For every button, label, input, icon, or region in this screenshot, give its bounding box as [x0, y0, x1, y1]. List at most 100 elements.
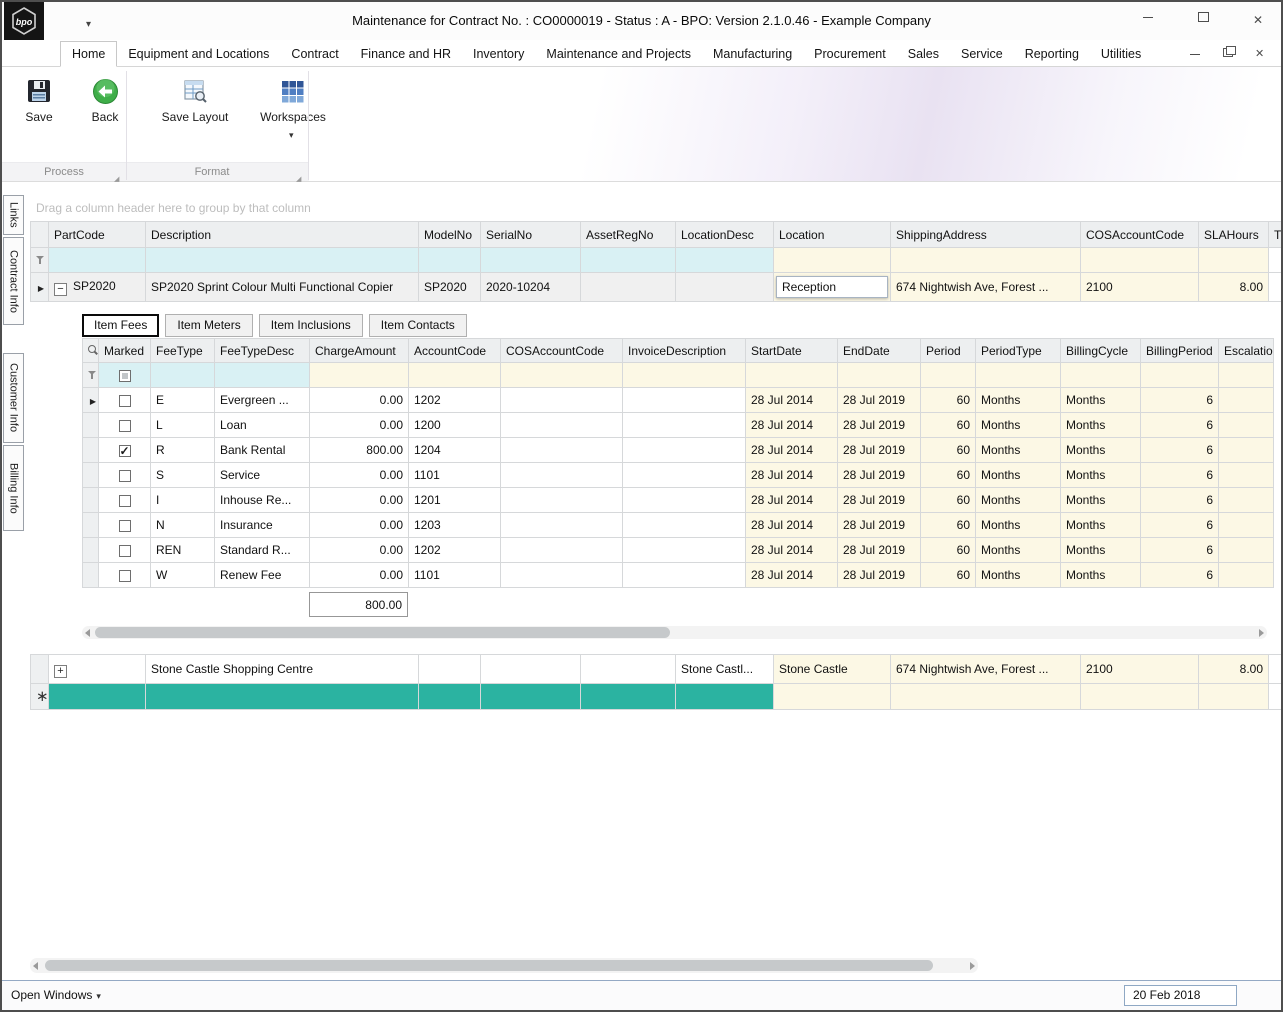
filter-cell-cosaccountcode[interactable]	[500, 362, 623, 388]
sidebar-item-billing-info[interactable]: Billing Info	[3, 445, 24, 531]
cell-period[interactable]: 60	[920, 412, 976, 438]
column-header-invoicedescription[interactable]: InvoiceDescription	[622, 338, 746, 363]
cell-startdate[interactable]: 28 Jul 2014	[745, 412, 838, 438]
fee-row[interactable]: W Renew Fee 0.00 1101 28 Jul 2014 28 Jul…	[82, 562, 1274, 588]
cell-billingperiod[interactable]: 6	[1140, 537, 1219, 563]
cell-feetypedesc[interactable]: Inhouse Re...	[214, 487, 310, 513]
cell-locationdesc[interactable]	[675, 272, 774, 302]
cell-feetype[interactable]: R	[150, 437, 215, 463]
cell-invoicedescription[interactable]	[622, 387, 746, 413]
column-header-period[interactable]: Period	[920, 338, 976, 363]
cell-periodtype[interactable]: Months	[975, 462, 1061, 488]
newrow-cell-slahours[interactable]	[1198, 683, 1269, 710]
filter-cell-modelno[interactable]	[418, 247, 481, 273]
cell-cosaccountcode[interactable]	[500, 487, 623, 513]
column-header-periodtype[interactable]: PeriodType	[975, 338, 1061, 363]
cell-serialno[interactable]	[480, 654, 581, 684]
cell-billingperiod[interactable]: 6	[1140, 437, 1219, 463]
filter-cell-cosaccountcode[interactable]	[1080, 247, 1199, 273]
cell-period[interactable]: 60	[920, 537, 976, 563]
cell-feetypedesc[interactable]: Service	[214, 462, 310, 488]
cell-cosaccountcode[interactable]	[500, 437, 623, 463]
column-header-partcode[interactable]: PartCode	[48, 221, 146, 248]
filter-cell-shippingaddress[interactable]	[890, 247, 1081, 273]
cell-escalation[interactable]	[1218, 387, 1274, 413]
cell-escalation[interactable]	[1218, 462, 1274, 488]
cell-invoicedescription[interactable]	[622, 412, 746, 438]
column-header-cosaccountcode[interactable]: COSAccountCode	[500, 338, 623, 363]
cell-accountcode[interactable]: 1202	[408, 537, 501, 563]
collapse-row-button[interactable]	[54, 282, 67, 296]
column-header-modelno[interactable]: ModelNo	[418, 221, 481, 248]
cell-enddate[interactable]: 28 Jul 2019	[837, 387, 921, 413]
cell-marked[interactable]	[98, 487, 151, 513]
cell-enddate[interactable]: 28 Jul 2019	[837, 562, 921, 588]
column-header-description[interactable]: Description	[145, 221, 419, 248]
column-header-assetregno[interactable]: AssetRegNo	[580, 221, 676, 248]
filter-cell-marked[interactable]	[98, 362, 151, 388]
ribbon-tab[interactable]: Finance and HR	[350, 42, 462, 66]
detail-tab[interactable]: Item Inclusions	[258, 314, 363, 337]
cell-startdate[interactable]: 28 Jul 2014	[745, 562, 838, 588]
cell-billingcycle[interactable]: Months	[1060, 462, 1141, 488]
filter-cell-startdate[interactable]	[745, 362, 838, 388]
format-dialog-launcher-icon[interactable]	[296, 168, 305, 177]
cell-feetypedesc[interactable]: Evergreen ...	[214, 387, 310, 413]
ribbon-tab[interactable]: Inventory	[462, 42, 535, 66]
filter-cell-serialno[interactable]	[480, 247, 581, 273]
marked-checkbox[interactable]	[118, 494, 131, 507]
cell-chargeamount[interactable]: 0.00	[309, 487, 409, 513]
filter-cell-description[interactable]	[145, 247, 419, 273]
cell-chargeamount[interactable]: 0.00	[309, 512, 409, 538]
cell-location[interactable]: Reception	[773, 272, 891, 302]
group-by-panel[interactable]: Drag a column header here to group by th…	[30, 196, 1281, 221]
cell-location[interactable]: Stone Castle	[773, 654, 891, 684]
ribbon-tab[interactable]: Service	[950, 42, 1014, 66]
cell-feetype[interactable]: N	[150, 512, 215, 538]
marked-checkbox[interactable]	[118, 419, 131, 432]
ribbon-tab[interactable]: Utilities	[1090, 42, 1152, 66]
column-header-feetypedesc[interactable]: FeeTypeDesc	[214, 338, 310, 363]
cell-chargeamount[interactable]: 0.00	[309, 387, 409, 413]
cell-period[interactable]: 60	[920, 512, 976, 538]
cell-marked[interactable]	[98, 387, 151, 413]
cell-feetype[interactable]: S	[150, 462, 215, 488]
newrow-cell-description[interactable]	[145, 683, 419, 710]
save-layout-button[interactable]: Save Layout	[156, 75, 234, 124]
cell-shippingaddress[interactable]: 674 Nightwish Ave, Forest ...	[890, 654, 1081, 684]
cell-periodtype[interactable]: Months	[975, 512, 1061, 538]
cell-enddate[interactable]: 28 Jul 2019	[837, 412, 921, 438]
cell-enddate[interactable]: 28 Jul 2019	[837, 462, 921, 488]
app-logo[interactable]: bpo	[4, 2, 44, 40]
cell-enddate[interactable]: 28 Jul 2019	[837, 537, 921, 563]
cell-marked[interactable]	[98, 537, 151, 563]
cell-chargeamount[interactable]: 0.00	[309, 412, 409, 438]
cell-feetype[interactable]: E	[150, 387, 215, 413]
cell-period[interactable]: 60	[920, 562, 976, 588]
cell-accountcode[interactable]: 1204	[408, 437, 501, 463]
cell-escalation[interactable]	[1218, 487, 1274, 513]
filter-cell-feetype[interactable]	[150, 362, 215, 388]
cell-cosaccountcode[interactable]: 2100	[1080, 272, 1199, 302]
cell-feetypedesc[interactable]: Renew Fee	[214, 562, 310, 588]
cell-shippingaddress[interactable]: 674 Nightwish Ave, Forest ...	[890, 272, 1081, 302]
cell-description[interactable]: Stone Castle Shopping Centre	[145, 654, 419, 684]
cell-feetype[interactable]: I	[150, 487, 215, 513]
expand-row-button[interactable]	[54, 664, 67, 678]
cell-description[interactable]: SP2020 Sprint Colour Multi Functional Co…	[145, 272, 419, 302]
cell-invoicedescription[interactable]	[622, 512, 746, 538]
filter-cell-billingperiod[interactable]	[1140, 362, 1219, 388]
open-windows-dropdown[interactable]: Open Windows	[11, 988, 101, 1002]
cell-accountcode[interactable]: 1101	[408, 462, 501, 488]
filter-cell-locationdesc[interactable]	[675, 247, 774, 273]
cell-feetype[interactable]: W	[150, 562, 215, 588]
cell-marked[interactable]	[98, 562, 151, 588]
column-header-marked[interactable]: Marked	[98, 338, 151, 363]
cell-invoicedescription[interactable]	[622, 437, 746, 463]
newrow-cell-locationdesc[interactable]	[675, 683, 774, 710]
filter-cell-period[interactable]	[920, 362, 976, 388]
cell-periodtype[interactable]: Months	[975, 387, 1061, 413]
new-row[interactable]	[30, 683, 1281, 710]
column-header-chargeamount[interactable]: ChargeAmount	[309, 338, 409, 363]
detail-tab[interactable]: Item Contacts	[368, 314, 467, 337]
